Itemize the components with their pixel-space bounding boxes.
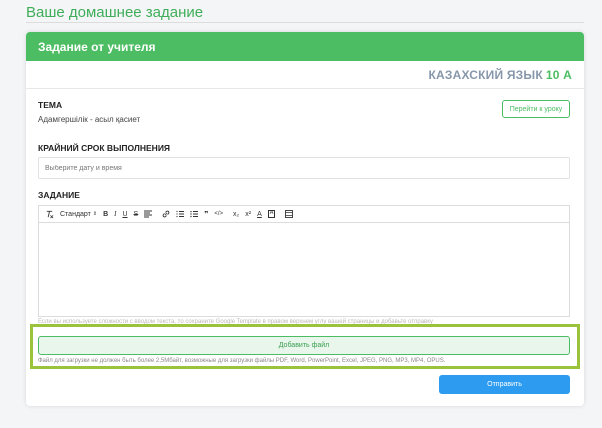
rich-text-editor: Стандарт ⇕ B I U S ❞ </> x₂ x² A A <box>38 205 570 317</box>
format-select[interactable]: Стандарт ⇕ <box>60 211 97 218</box>
assignment-label: ЗАДАНИЕ <box>38 190 80 200</box>
goto-lesson-button[interactable]: Перейти к уроку <box>502 100 570 118</box>
chevron-updown-icon: ⇕ <box>92 210 98 217</box>
video-icon[interactable] <box>285 210 294 218</box>
bold-button[interactable]: B <box>103 211 108 218</box>
editor-text-area[interactable] <box>39 223 569 316</box>
subject-name: КАЗАХСКИЙ ЯЗЫК <box>428 68 543 82</box>
topic-label: ТЕМА <box>38 100 63 110</box>
upload-note: Файл для загрузки не должен быть более 2… <box>38 358 446 364</box>
clear-format-icon[interactable] <box>45 210 54 219</box>
background-color-button[interactable]: A <box>267 210 276 218</box>
homework-card: Задание от учителя КАЗАХСКИЙ ЯЗЫК 10 А ТЕ… <box>26 32 584 406</box>
deadline-label: КРАЙНИЙ СРОК ВЫПОЛНЕНИЯ <box>38 143 171 153</box>
bullet-list-icon[interactable] <box>190 210 199 218</box>
subscript-button[interactable]: x₂ <box>233 211 239 218</box>
subject-bar: КАЗАХСКИЙ ЯЗЫК 10 А <box>26 61 584 89</box>
quote-button[interactable]: ❞ <box>204 211 208 218</box>
superscript-button[interactable]: x² <box>245 211 251 218</box>
deadline-date-input[interactable] <box>38 157 570 179</box>
send-button[interactable]: Отправить <box>439 375 570 394</box>
code-button[interactable]: </> <box>214 211 223 217</box>
align-icon[interactable] <box>144 210 153 218</box>
add-file-button[interactable]: Добавить файл <box>38 336 570 355</box>
page-title: Ваше домашнее задание <box>26 4 204 21</box>
subject-title: КАЗАХСКИЙ ЯЗЫК 10 А <box>429 68 572 82</box>
topic-value: Адамгершілік - асыл қасиет <box>38 115 141 124</box>
strike-button[interactable]: S <box>134 211 139 218</box>
title-divider <box>26 22 584 23</box>
italic-button[interactable]: I <box>114 210 116 218</box>
underline-button[interactable]: U <box>122 211 127 218</box>
ordered-list-icon[interactable] <box>176 210 185 218</box>
editor-toolbar: Стандарт ⇕ B I U S ❞ </> x₂ x² A A <box>39 206 569 223</box>
card-header: Задание от учителя <box>26 32 584 61</box>
format-select-value: Стандарт <box>60 210 91 218</box>
subject-grade: 10 А <box>545 68 572 82</box>
link-icon[interactable] <box>162 210 170 218</box>
text-color-button[interactable]: A <box>257 211 262 218</box>
